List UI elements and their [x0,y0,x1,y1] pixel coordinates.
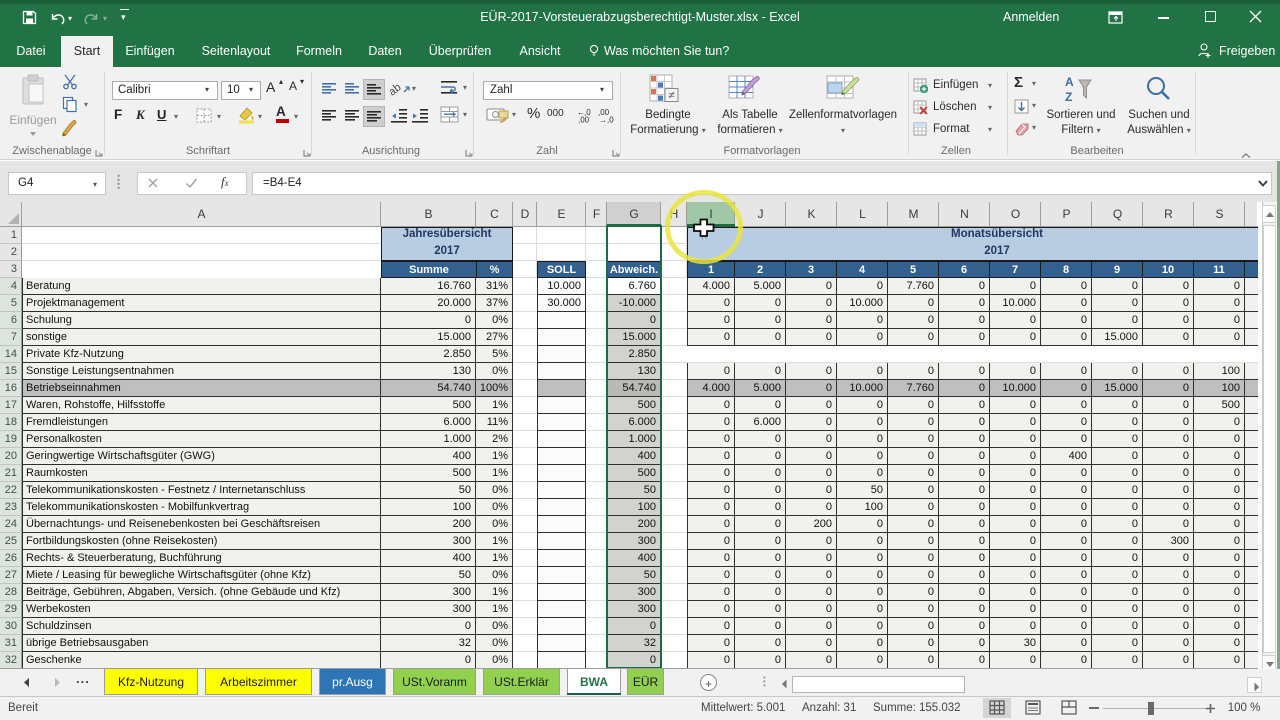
svg-text:,00: ,00 [578,116,590,124]
svg-text:ab: ab [390,81,404,98]
svg-text:Einfügen: Einfügen [10,113,56,127]
svg-text:≠: ≠ [668,88,675,102]
svg-text:Z: Z [1065,90,1072,104]
svg-text:→,0: →,0 [599,116,614,124]
svg-text:A: A [1065,75,1074,89]
